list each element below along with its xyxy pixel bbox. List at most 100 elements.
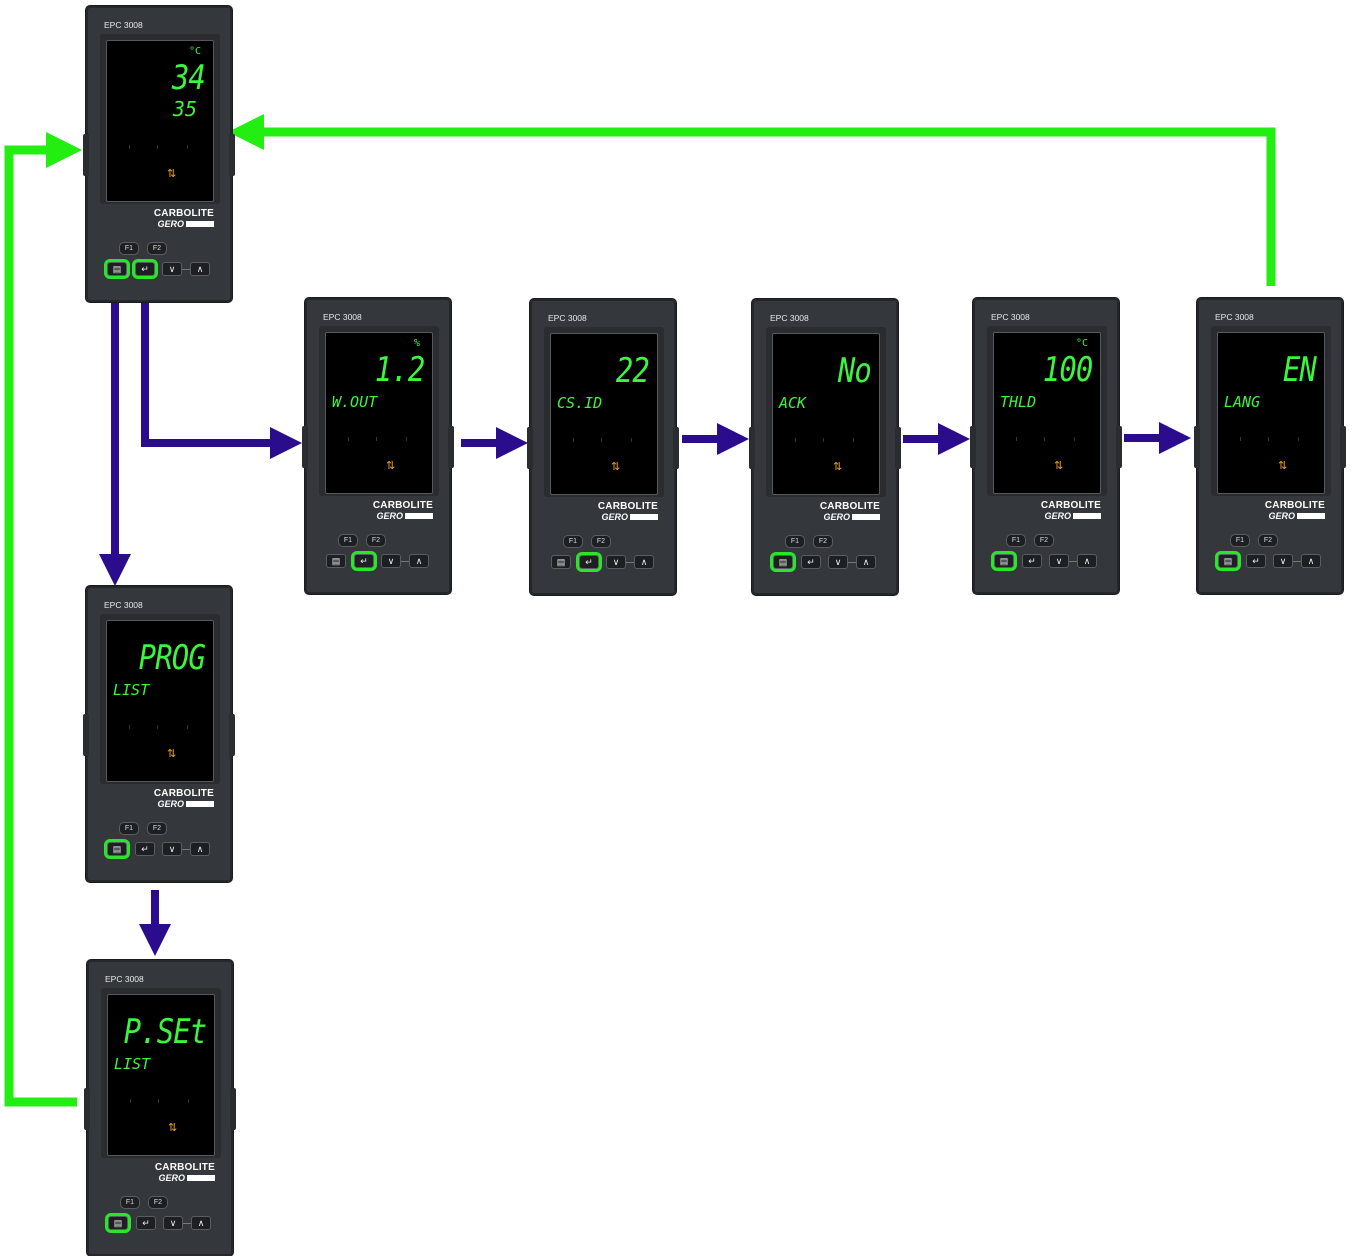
scroll-button[interactable]: ↵	[354, 554, 374, 568]
arrow-link	[848, 562, 856, 563]
brand-bar	[186, 801, 214, 807]
f2-button[interactable]: F2	[813, 535, 833, 548]
mounting-clip	[895, 427, 901, 469]
arrow-buttons: ∨ ∧	[1273, 554, 1321, 568]
f2-button[interactable]: F2	[147, 242, 167, 255]
parameter-label: LIST	[114, 1055, 151, 1073]
arrow-link	[182, 849, 190, 850]
scroll-button[interactable]: ↵	[135, 842, 155, 856]
mounting-clip	[970, 426, 976, 468]
brand-line1: CARBOLITE	[154, 1162, 215, 1173]
scroll-button[interactable]: ↵	[579, 555, 599, 569]
down-button[interactable]: ∨	[828, 555, 848, 569]
f1-button[interactable]: F1	[120, 1196, 140, 1209]
down-button[interactable]: ∨	[162, 262, 182, 276]
up-button[interactable]: ∧	[634, 555, 654, 569]
f1-button[interactable]: F1	[1230, 534, 1250, 547]
controller-ack: EPC 3008 No ACK ⇅ CARBOLITE GERO F1 F2 ▤ ↵ ∨ ∧	[749, 299, 901, 595]
ramp-indicator-icon: ⇅	[833, 461, 843, 473]
ramp-indicator-icon: ⇅	[611, 461, 621, 473]
brand-line2-text: GERO	[157, 219, 184, 229]
brand-bar	[405, 513, 433, 519]
scroll-button[interactable]: ↵	[136, 1216, 156, 1230]
f2-button[interactable]: F2	[147, 822, 167, 835]
down-button[interactable]: ∨	[163, 1216, 183, 1230]
display-value: 100	[1042, 350, 1093, 390]
brand-logo: CARBOLITE GERO	[1265, 500, 1325, 521]
down-button[interactable]: ∨	[1049, 554, 1069, 568]
scroll-button[interactable]: ↵	[801, 555, 821, 569]
page-button[interactable]: ▤	[326, 554, 346, 568]
page-button[interactable]: ▤	[551, 555, 571, 569]
mounting-clip	[229, 714, 235, 756]
parameter-label: THLD	[1000, 393, 1037, 411]
lcd-display: % 1.2 W.OUT ⇅	[325, 332, 433, 494]
page-button[interactable]: ▤	[994, 554, 1014, 568]
page-button[interactable]: ▤	[107, 262, 127, 276]
arrow-link	[182, 269, 190, 270]
arrow-buttons: ∨ ∧	[162, 842, 210, 856]
page-button[interactable]: ▤	[773, 555, 793, 569]
mounting-clip	[83, 134, 89, 176]
f2-button[interactable]: F2	[1258, 534, 1278, 547]
mounting-clip	[749, 427, 755, 469]
ramp-indicator-icon: ⇅	[1054, 460, 1064, 472]
brand-line2-text: GERO	[601, 512, 628, 522]
f1-button[interactable]: F1	[119, 822, 139, 835]
parameter-label: W.OUT	[332, 393, 378, 411]
f1-button[interactable]: F1	[1006, 534, 1026, 547]
up-button[interactable]: ∧	[856, 555, 876, 569]
model-label: EPC 3008	[104, 20, 143, 30]
f1-button[interactable]: F1	[119, 242, 139, 255]
f1-button[interactable]: F1	[563, 535, 583, 548]
f2-button[interactable]: F2	[1034, 534, 1054, 547]
scroll-button[interactable]: ↵	[135, 262, 155, 276]
f1-button[interactable]: F1	[338, 534, 358, 547]
lcd-display: No ACK ⇅	[772, 333, 880, 495]
up-button[interactable]: ∧	[190, 262, 210, 276]
f2-button[interactable]: F2	[591, 535, 611, 548]
f2-button[interactable]: F2	[148, 1196, 168, 1209]
brand-line2: GERO	[373, 511, 433, 521]
page-button[interactable]: ▤	[108, 1216, 128, 1230]
f1-button[interactable]: F1	[785, 535, 805, 548]
unit-indicator: %	[413, 338, 420, 349]
brand-logo: CARBOLITE GERO	[373, 500, 433, 521]
return-arrow-left	[4, 132, 82, 1107]
brand-line2: GERO	[1041, 511, 1101, 521]
parameter-label: ACK	[779, 394, 807, 412]
display-value: 22	[615, 351, 650, 391]
page-button[interactable]: ▤	[107, 842, 127, 856]
page-button[interactable]: ▤	[1218, 554, 1238, 568]
brand-line2: GERO	[1265, 511, 1325, 521]
down-button[interactable]: ∨	[381, 554, 401, 568]
brand-line1: CARBOLITE	[1264, 500, 1325, 511]
up-button[interactable]: ∧	[1077, 554, 1097, 568]
down-button[interactable]: ∨	[606, 555, 626, 569]
model-label: EPC 3008	[104, 600, 143, 610]
controller-thld: EPC 3008 °C 100 THLD ⇅ CARBOLITE GERO F1 F2 ▤ ↵ ∨ ∧	[970, 298, 1122, 594]
up-button[interactable]: ∧	[190, 842, 210, 856]
up-button[interactable]: ∧	[1301, 554, 1321, 568]
arrow-buttons: ∨ ∧	[162, 262, 210, 276]
display-value: 1.2	[374, 350, 425, 390]
brand-line2: GERO	[598, 512, 658, 522]
model-label: EPC 3008	[991, 312, 1030, 322]
status-segments	[129, 725, 193, 735]
lcd-display: °C 100 THLD ⇅	[993, 332, 1101, 494]
arrow-buttons: ∨ ∧	[1049, 554, 1097, 568]
display-value: P.SEt	[123, 1012, 207, 1052]
display-value: PROG	[138, 638, 206, 678]
down-button[interactable]: ∨	[162, 842, 182, 856]
mounting-clip	[448, 426, 454, 468]
display-value: No	[837, 351, 872, 391]
mounting-clip	[1116, 426, 1122, 468]
down-button[interactable]: ∨	[1273, 554, 1293, 568]
up-button[interactable]: ∧	[191, 1216, 211, 1230]
f2-button[interactable]: F2	[366, 534, 386, 547]
scroll-button[interactable]: ↵	[1246, 554, 1266, 568]
scroll-button[interactable]: ↵	[1022, 554, 1042, 568]
model-label: EPC 3008	[770, 313, 809, 323]
brand-logo: CARBOLITE GERO	[154, 208, 214, 229]
up-button[interactable]: ∧	[409, 554, 429, 568]
